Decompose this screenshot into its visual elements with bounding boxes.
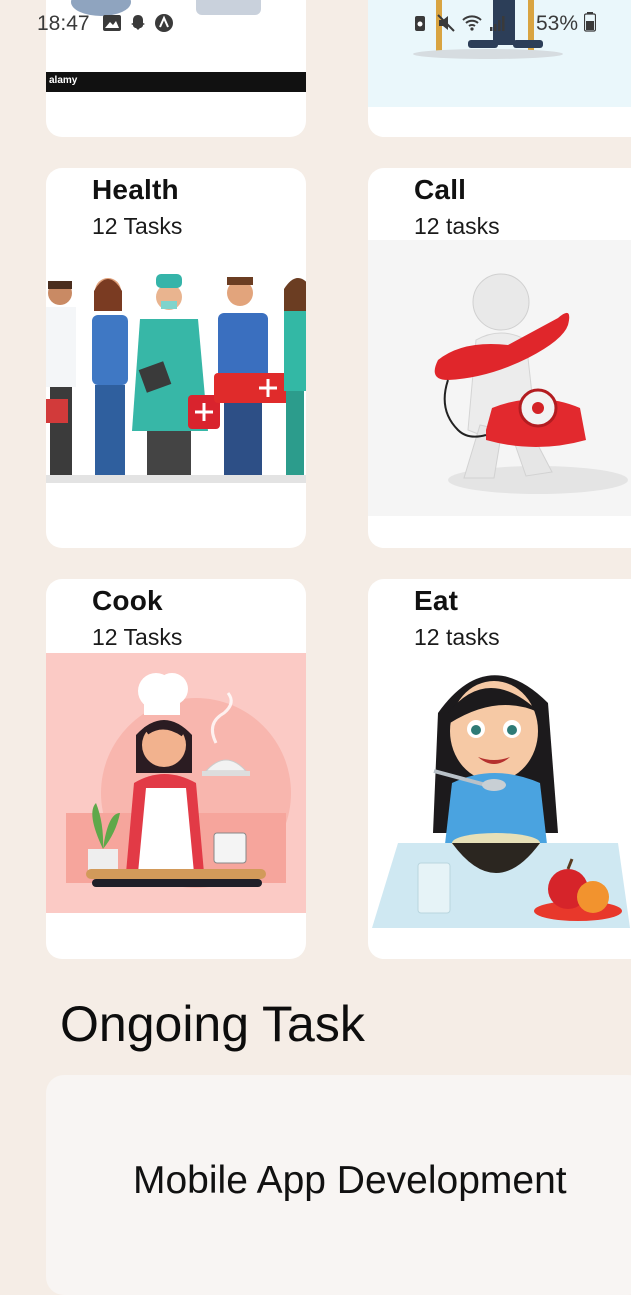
category-card-eat[interactable]: Eat 12 tasks: [368, 579, 631, 959]
telephone-call-illustration: [368, 240, 631, 516]
status-left-icons: [102, 13, 174, 33]
ongoing-task-label: Mobile App Development: [133, 1159, 567, 1202]
card-task-count: 12 tasks: [414, 624, 500, 650]
status-right-icons: [410, 13, 508, 33]
medical-staff-illustration: [46, 271, 306, 483]
card-title: Cook: [92, 585, 163, 616]
battery-percent: 53%: [536, 12, 596, 36]
girl-eating-illustration: [368, 653, 631, 933]
chef-cooking-illustration: [46, 653, 306, 913]
battery-saver-icon: [415, 16, 425, 31]
gallery-icon: [103, 15, 121, 31]
category-card-health[interactable]: Health 12 Tasks: [46, 168, 306, 548]
status-time: 18:47: [37, 12, 90, 35]
category-card-call[interactable]: Call 12 tasks: [368, 168, 631, 548]
status-bar: 18:47 53%: [0, 0, 631, 50]
card-title: Call: [414, 174, 467, 205]
signal-icon: [490, 16, 505, 31]
alamy-watermark: alamy: [49, 75, 78, 86]
app-notification-icon: [155, 14, 173, 32]
ongoing-section-title: Ongoing Task: [60, 996, 365, 1052]
wifi-icon: [462, 15, 482, 31]
ongoing-task-card[interactable]: Mobile App Development: [46, 1075, 631, 1295]
card-title: Eat: [414, 585, 459, 616]
card-title: Health: [92, 174, 179, 205]
mute-icon: [437, 14, 455, 32]
battery-icon: [583, 12, 596, 32]
card-task-count: 12 Tasks: [92, 213, 183, 239]
category-card-cook[interactable]: Cook 12 Tasks: [46, 579, 306, 959]
card-task-count: 12 Tasks: [92, 624, 183, 650]
snapchat-icon: [131, 15, 145, 30]
card-task-count: 12 tasks: [414, 213, 500, 239]
